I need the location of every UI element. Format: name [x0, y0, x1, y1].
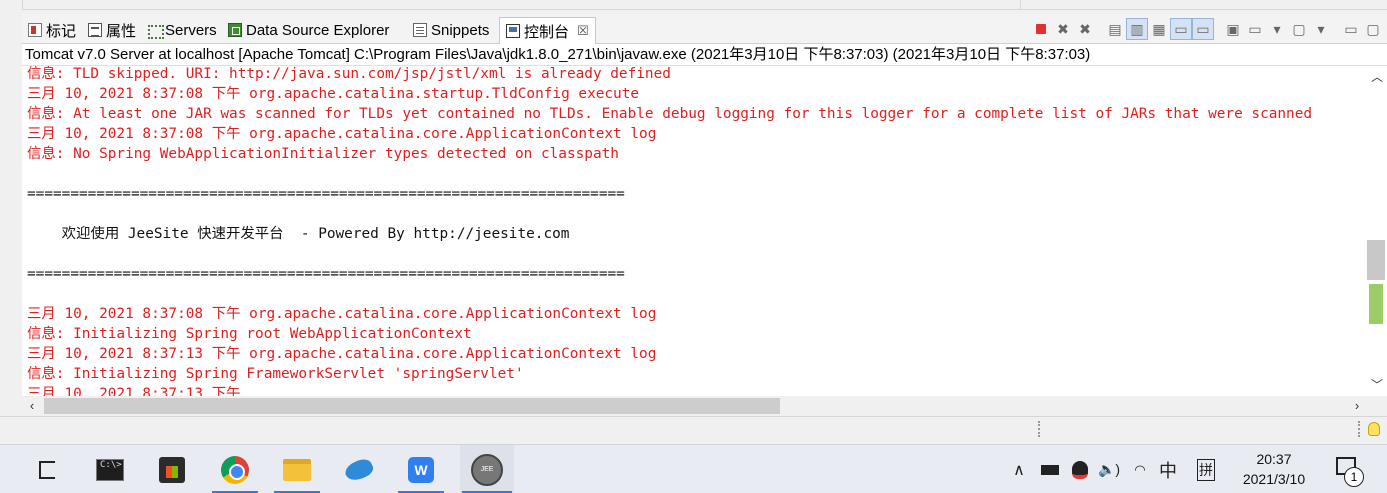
- task-view-button[interactable]: [22, 445, 72, 493]
- store-app[interactable]: [147, 445, 197, 493]
- pin-console-icon[interactable]: ▣: [1222, 18, 1244, 40]
- vertical-scrollbar[interactable]: ︿ ﹀: [1367, 66, 1387, 396]
- console-line: 三月 10, 2021 8:37:13 下午: [27, 386, 241, 396]
- console-line: 三月 10, 2021 8:37:08 下午 org.apache.catali…: [27, 86, 640, 102]
- console-output[interactable]: 三月 10, 2021 8:37:08 下午 org.apache.jasper…: [22, 66, 1367, 396]
- tab-markers[interactable]: 标记: [28, 19, 76, 41]
- chevron-down-icon[interactable]: ▾: [1266, 18, 1288, 40]
- tray-chevron-icon[interactable]: ∧: [1008, 445, 1030, 493]
- ime-language[interactable]: 中: [1156, 445, 1180, 493]
- terminate-button[interactable]: [1030, 18, 1052, 40]
- data-source-icon: [228, 23, 242, 37]
- clear-console-icon[interactable]: ▤: [1104, 18, 1126, 40]
- horizontal-scrollbar[interactable]: ‹ ›: [22, 396, 1367, 416]
- eclipse-icon: JEE: [471, 453, 503, 486]
- properties-icon: [88, 23, 102, 37]
- scroll-thumb[interactable]: [1367, 240, 1385, 280]
- console-text: 三月 10, 2021 8:37:08 下午 org.apache.jasper…: [27, 66, 1312, 396]
- clock-date: 2021/3/10: [1242, 471, 1306, 487]
- console-line: 信息: Initializing Spring FrameworkServlet…: [27, 366, 524, 382]
- maximize-icon[interactable]: ▢: [1362, 18, 1384, 40]
- minimize-icon[interactable]: ▭: [1340, 18, 1362, 40]
- system-clock[interactable]: 20:37 2021/3/10: [1232, 449, 1316, 489]
- console-line: 信息: TLD skipped. URI: http://java.sun.co…: [27, 66, 671, 82]
- console-line: ========================================…: [27, 186, 625, 202]
- show-on-stderr-icon[interactable]: ▭: [1192, 18, 1214, 40]
- console-line: ========================================…: [27, 266, 625, 282]
- cmd-app[interactable]: C:\>: [85, 445, 135, 493]
- editor-edge: [22, 0, 1020, 10]
- clock-time: 20:37: [1256, 451, 1292, 467]
- tab-console[interactable]: 控制台 ☒: [499, 17, 596, 44]
- tab-properties[interactable]: 属性: [88, 19, 136, 41]
- dolphin-app[interactable]: [334, 445, 384, 493]
- snippets-icon: [413, 23, 427, 37]
- launch-description: Tomcat v7.0 Server at localhost [Apache …: [22, 44, 1387, 66]
- console-line: 信息: At least one JAR was scanned for TLD…: [27, 106, 1313, 122]
- chrome-app[interactable]: [210, 445, 260, 493]
- notification-count-badge: 1: [1344, 467, 1364, 487]
- console-line: 三月 10, 2021 8:37:08 下午 org.apache.catali…: [27, 306, 657, 322]
- scroll-down-icon[interactable]: ﹀: [1367, 376, 1387, 394]
- markers-icon: [28, 23, 42, 37]
- status-divider: [1038, 421, 1042, 437]
- window-top-edge: [0, 0, 1387, 14]
- tab-label: Servers: [165, 21, 217, 39]
- tab-label: Data Source Explorer: [246, 21, 390, 39]
- chrome-icon: [221, 455, 249, 484]
- console-line: 三月 10, 2021 8:37:13 下午 org.apache.catali…: [27, 346, 657, 362]
- ime-mode[interactable]: 拼: [1194, 445, 1218, 493]
- tab-label: Snippets: [431, 21, 490, 39]
- tab-data-source-explorer[interactable]: Data Source Explorer: [228, 19, 389, 41]
- store-icon: [159, 456, 185, 483]
- task-view-icon: [39, 460, 55, 479]
- console-line: 信息: No Spring WebApplicationInitializer …: [27, 146, 619, 162]
- console-line: 三月 10, 2021 8:37:08 下午 org.apache.catali…: [27, 126, 657, 142]
- console-line: 信息: Initializing Spring root WebApplicat…: [27, 326, 472, 342]
- folder-icon: [283, 458, 311, 481]
- servers-icon: [147, 23, 164, 39]
- scroll-right-icon[interactable]: ›: [1347, 396, 1367, 416]
- horizontal-scroll-thumb[interactable]: [44, 398, 780, 414]
- wps-app[interactable]: W: [396, 445, 446, 493]
- battery-icon[interactable]: [1038, 445, 1062, 493]
- open-console-icon[interactable]: ▢: [1288, 18, 1310, 40]
- console-line: 欢迎使用 JeeSite 快速开发平台 - Powered By http://…: [27, 226, 570, 242]
- remove-all-launches-icon[interactable]: ✖: [1074, 18, 1096, 40]
- wps-icon: W: [408, 456, 434, 483]
- close-icon[interactable]: ☒: [577, 23, 589, 39]
- overview-marker: [1369, 284, 1383, 324]
- windows-taskbar: C:\> W JEE ∧ 🔈) ◜◝ 中 拼 20:37 2021/3/10 1: [0, 444, 1387, 493]
- volume-icon[interactable]: 🔈): [1096, 445, 1122, 493]
- wifi-icon[interactable]: ◜◝: [1128, 445, 1152, 493]
- scroll-up-icon[interactable]: ︿: [1367, 68, 1387, 86]
- ide-status-bar: [0, 416, 1387, 444]
- tab-snippets[interactable]: Snippets: [413, 19, 489, 41]
- scroll-left-icon[interactable]: ‹: [22, 396, 42, 416]
- scroll-lock-icon[interactable]: ▥: [1126, 18, 1148, 40]
- cmd-icon: C:\>: [96, 458, 124, 481]
- tab-label: 控制台: [524, 23, 570, 41]
- console-icon: [506, 24, 520, 38]
- tip-bulb-icon[interactable]: [1368, 422, 1380, 436]
- status-divider: [1358, 421, 1362, 437]
- remove-launch-icon[interactable]: ✖: [1052, 18, 1074, 40]
- dolphin-icon: [342, 455, 376, 484]
- console-toolbar: ✖ ✖ ▤ ▥ ▦ ▭ ▭ ▣ ▭ ▾ ▢ ▾ ▭ ▢: [1030, 18, 1384, 40]
- show-on-stdout-icon[interactable]: ▭: [1170, 18, 1192, 40]
- tab-servers[interactable]: Servers: [147, 19, 217, 41]
- tab-label: 标记: [46, 22, 77, 40]
- side-panel-edge: [1020, 0, 1387, 10]
- file-explorer-app[interactable]: [272, 445, 322, 493]
- qq-icon[interactable]: [1068, 445, 1092, 493]
- tab-label: 属性: [106, 22, 137, 40]
- view-menu-icon[interactable]: ▾: [1310, 18, 1332, 40]
- display-console-icon[interactable]: ▭: [1244, 18, 1266, 40]
- word-wrap-icon[interactable]: ▦: [1148, 18, 1170, 40]
- eclipse-app[interactable]: JEE: [460, 445, 514, 493]
